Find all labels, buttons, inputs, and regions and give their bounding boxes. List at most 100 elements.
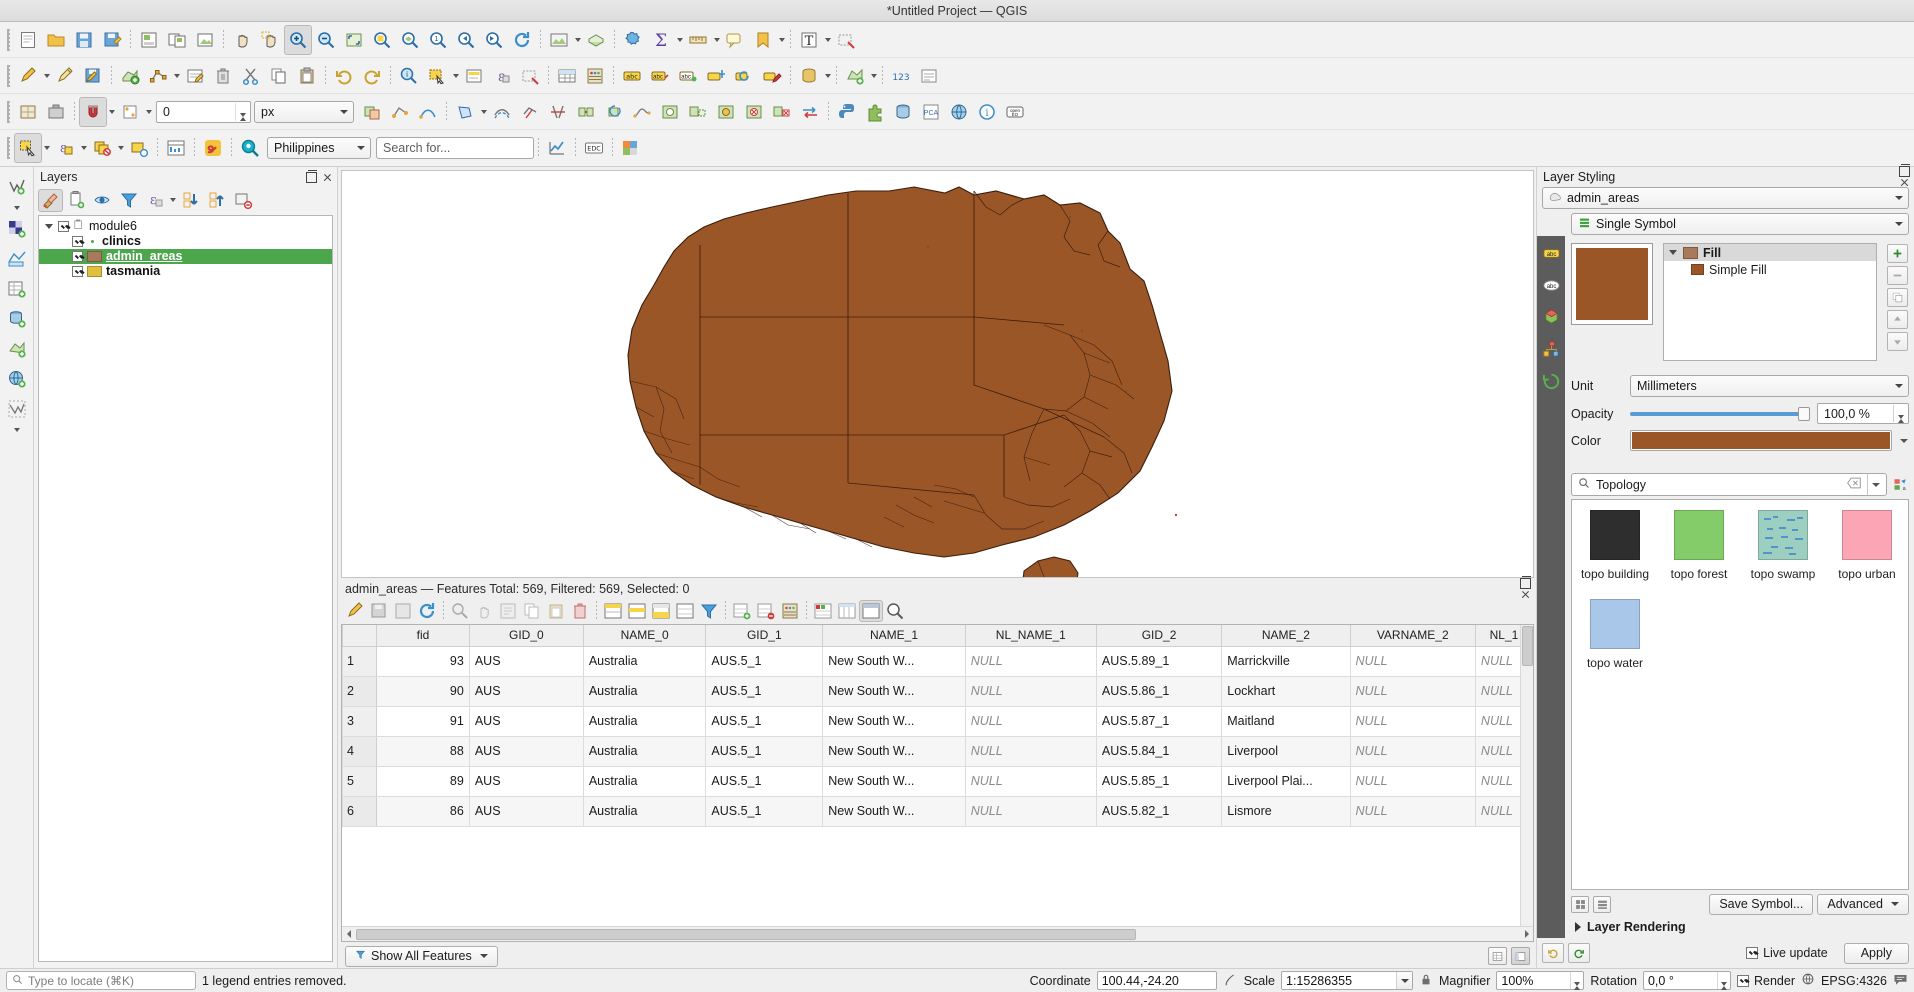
cell-gid2[interactable]: AUS.5.82_1 [1095, 795, 1223, 827]
move-selection-to-top-button[interactable] [496, 600, 520, 622]
table-view-button[interactable] [1488, 947, 1507, 965]
cell-name0[interactable]: Australia [582, 795, 707, 827]
toolbar-grip[interactable] [4, 63, 14, 89]
delete-selected-button[interactable] [209, 61, 237, 91]
plugin-toolbox-button[interactable] [42, 97, 70, 127]
col-header-name1[interactable]: NAME_1 [822, 625, 966, 647]
undo-style-button[interactable] [1542, 943, 1564, 963]
color-dropdown-icon[interactable] [1899, 438, 1909, 443]
statistical-summary-button[interactable] [162, 133, 190, 163]
layers-tree[interactable]: module6 clinics admin_areas tasmania [38, 215, 333, 962]
symbol-tree-row-fill[interactable]: Fill [1664, 244, 1876, 261]
current-edits-button[interactable] [14, 61, 42, 91]
save-project-button[interactable] [70, 25, 98, 55]
select-all-button[interactable] [601, 600, 625, 622]
advanced-button[interactable]: Advanced [1817, 893, 1909, 915]
cell-gid1[interactable]: AUS.5_1 [705, 795, 824, 827]
chevron-down-icon[interactable] [777, 25, 786, 55]
table-vertical-scrollbar[interactable] [1520, 625, 1533, 926]
col-header-name2[interactable]: NAME_2 [1221, 625, 1351, 647]
processing-toolbox-button[interactable] [619, 25, 647, 55]
add-feature-button[interactable] [116, 61, 144, 91]
cell-gid0[interactable]: AUS [468, 705, 584, 737]
close-icon[interactable] [1520, 589, 1531, 600]
snap-mode-button[interactable] [116, 97, 144, 127]
layer-rendering-section[interactable]: Layer Rendering [1571, 916, 1909, 938]
cell-name1[interactable]: New South W... [822, 735, 966, 767]
project-selector-combo[interactable]: Philippines [267, 137, 371, 159]
close-icon[interactable] [1899, 177, 1910, 188]
pan-map-button[interactable] [228, 25, 256, 55]
zoom-map-to-selected-button[interactable] [448, 600, 472, 622]
zoom-out-button[interactable] [312, 25, 340, 55]
pan-to-selection-button[interactable] [256, 25, 284, 55]
show-all-features-button[interactable]: Show All Features [345, 945, 498, 967]
col-header-fid[interactable]: fid [376, 625, 470, 647]
open-field-calculator-button[interactable] [778, 600, 802, 622]
cell-fid[interactable]: 91 [376, 705, 470, 737]
cell-name1[interactable]: New South W... [822, 645, 966, 677]
cell-gid0[interactable]: AUS [468, 765, 584, 797]
chevron-down-icon[interactable] [42, 61, 51, 91]
symbol-item-topo-building[interactable]: topo building [1581, 510, 1649, 581]
new-map-view-button[interactable] [545, 25, 573, 55]
zoom-table-button[interactable] [883, 600, 907, 622]
collapse-all-button[interactable] [204, 189, 229, 212]
snake-plugin-button[interactable] [199, 133, 227, 163]
styling-tab-diagrams[interactable] [1539, 337, 1563, 361]
chevron-down-icon[interactable] [116, 133, 125, 163]
table-row[interactable]: 3 91 AUS Australia AUS.5_1 New South W..… [342, 705, 1533, 737]
cell-nlname1[interactable]: NULL [964, 675, 1097, 707]
filter-features-button[interactable] [697, 600, 721, 622]
globe-plugin-button[interactable] [945, 97, 973, 127]
cell-nlname1[interactable]: NULL [964, 705, 1097, 737]
layer-tree-item-tasmania[interactable]: tasmania [39, 264, 332, 279]
chevron-down-icon[interactable] [45, 222, 54, 231]
select-by-value-button[interactable] [460, 61, 488, 91]
select-features-row4-button[interactable] [14, 133, 42, 163]
form-view-button[interactable] [1511, 947, 1530, 965]
symbol-preview[interactable] [1571, 243, 1653, 325]
layer-tree-item-clinics[interactable]: clinics [39, 234, 332, 249]
select-polygon-button[interactable] [451, 97, 479, 127]
add-feature-table-button[interactable] [730, 600, 754, 622]
lock-scale-icon[interactable] [1419, 972, 1433, 990]
cell-gid0[interactable]: AUS [468, 735, 584, 767]
chevron-down-icon[interactable] [479, 97, 488, 127]
live-update-checkbox-row[interactable]: Live update [1746, 946, 1828, 960]
add-group-button[interactable] [64, 189, 89, 212]
cell-fid[interactable]: 86 [376, 795, 470, 827]
zoom-to-selection-button[interactable] [368, 25, 396, 55]
layer-visibility-checkbox[interactable] [72, 266, 83, 277]
table-horizontal-scrollbar[interactable] [342, 926, 1533, 941]
chevron-down-icon[interactable] [869, 61, 878, 91]
undock-icon[interactable] [306, 169, 317, 183]
cell-name1[interactable]: New South W... [822, 705, 966, 737]
symbol-library[interactable]: topo building topo forest topo swamp top… [1571, 499, 1909, 890]
show-hide-labels-button[interactable]: abc [674, 61, 702, 91]
show-map-tips-button[interactable] [721, 25, 749, 55]
filter-legend-button[interactable] [116, 189, 141, 212]
cell-gid2[interactable]: AUS.5.84_1 [1095, 735, 1223, 767]
chevron-down-icon[interactable] [107, 97, 116, 127]
chevron-down-icon[interactable] [1669, 248, 1678, 257]
scroll-right-icon[interactable] [1519, 927, 1533, 942]
cell-name0[interactable]: Australia [582, 675, 707, 707]
python-console-button[interactable] [833, 97, 861, 127]
cell-fid[interactable]: 93 [376, 645, 470, 677]
attribute-table[interactable]: fid GID_0 NAME_0 GID_1 NAME_1 NL_NAME_1 … [342, 625, 1533, 827]
toolbar-grip[interactable] [4, 135, 14, 161]
symbol-item-topo-water[interactable]: topo water [1584, 599, 1646, 670]
data-source-manager-button[interactable] [795, 61, 823, 91]
add-part-button[interactable] [684, 97, 712, 127]
show-layout-manager-button[interactable] [163, 25, 191, 55]
cell-gid0[interactable]: AUS [468, 645, 584, 677]
openeo-plugin-button[interactable]: open EO [1001, 97, 1029, 127]
cell-gid1[interactable]: AUS.5_1 [705, 645, 824, 677]
col-header-gid1[interactable]: GID_1 [705, 625, 824, 647]
cell-gid0[interactable]: AUS [468, 795, 584, 827]
symbol-layer-tree[interactable]: Fill Simple Fill [1663, 243, 1877, 361]
cell-name0[interactable]: Australia [582, 765, 707, 797]
chevron-down-icon[interactable] [12, 425, 21, 435]
layer-visibility-checkbox[interactable] [58, 221, 69, 232]
